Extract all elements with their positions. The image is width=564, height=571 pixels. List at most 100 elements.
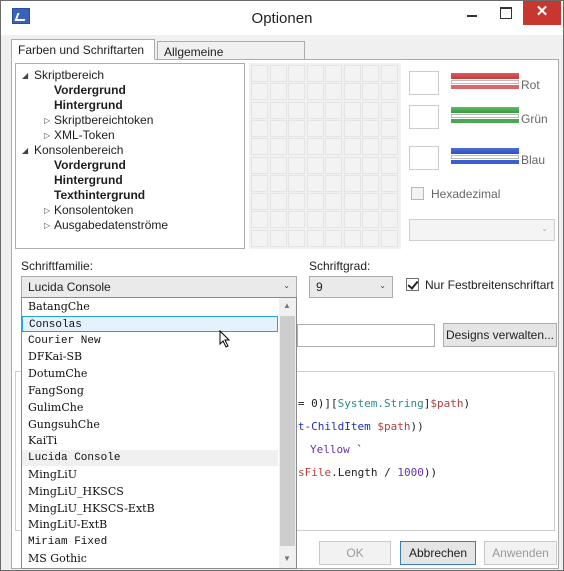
font-family-combo[interactable]: Lucida Console ⌄	[21, 276, 297, 298]
color-swatch[interactable]	[343, 211, 361, 229]
close-button[interactable]: ✕	[523, 1, 561, 25]
font-option[interactable]: MingLiU	[22, 467, 278, 483]
color-swatch[interactable]	[288, 193, 305, 211]
color-swatch[interactable]	[343, 65, 361, 82]
scrollbar-thumb[interactable]	[280, 316, 295, 546]
color-swatch[interactable]	[288, 119, 305, 137]
tree-item[interactable]: Hintergrund	[54, 173, 123, 188]
font-option[interactable]: MS Gothic	[22, 551, 278, 567]
color-swatch[interactable]	[380, 138, 398, 156]
color-swatch[interactable]	[325, 65, 342, 82]
color-swatch[interactable]	[325, 83, 342, 101]
color-swatch[interactable]	[269, 211, 287, 229]
color-swatch[interactable]	[343, 101, 361, 119]
color-swatch[interactable]	[269, 83, 287, 101]
color-swatch[interactable]	[288, 174, 305, 192]
cancel-button[interactable]: Abbrechen	[400, 541, 476, 565]
font-option[interactable]: BatangChe	[22, 299, 278, 315]
font-option[interactable]: DotumChe	[22, 366, 278, 382]
manage-themes-button[interactable]: Designs verwalten...	[443, 323, 557, 347]
color-swatch[interactable]	[269, 65, 287, 82]
color-swatch[interactable]	[343, 119, 361, 137]
dropdown-scrollbar[interactable]: ▲ ▼	[279, 298, 296, 568]
color-swatch[interactable]	[269, 138, 287, 156]
color-swatch[interactable]	[343, 193, 361, 211]
font-option[interactable]: KaiTi	[22, 433, 278, 449]
color-swatch[interactable]	[269, 101, 287, 119]
color-swatch[interactable]	[380, 83, 398, 101]
element-tree[interactable]: ◢ Skriptbereich Vordergrund Hintergrund ▷ Skr…	[15, 63, 245, 249]
color-swatch[interactable]	[306, 174, 324, 192]
color-swatch[interactable]	[269, 156, 287, 174]
color-swatch[interactable]	[306, 229, 324, 247]
color-swatch[interactable]	[380, 229, 398, 247]
red-slider-thumb[interactable]	[451, 80, 519, 84]
color-swatch[interactable]	[288, 101, 305, 119]
color-swatch[interactable]	[325, 193, 342, 211]
color-swatch[interactable]	[251, 211, 268, 229]
maximize-button[interactable]	[490, 1, 522, 25]
tree-item[interactable]: ▷ XML-Token	[44, 128, 115, 143]
color-swatch[interactable]	[251, 156, 268, 174]
color-swatch[interactable]	[288, 156, 305, 174]
monospace-checkbox[interactable]	[406, 278, 419, 291]
tab-general-settings[interactable]: Allgemeine Einstellungen	[157, 41, 305, 79]
color-swatch[interactable]	[288, 65, 305, 82]
color-swatch[interactable]	[251, 138, 268, 156]
color-swatch[interactable]	[343, 156, 361, 174]
color-grid[interactable]	[249, 63, 401, 249]
font-option[interactable]: Courier New	[22, 333, 278, 349]
minimize-button[interactable]	[456, 1, 488, 25]
color-swatch[interactable]	[362, 174, 379, 192]
color-swatch[interactable]	[306, 101, 324, 119]
tree-item[interactable]: ◢ Skriptbereich	[22, 68, 104, 83]
color-swatch[interactable]	[269, 229, 287, 247]
color-swatch[interactable]	[380, 101, 398, 119]
font-option[interactable]: Lucida Console	[22, 450, 278, 467]
color-swatch[interactable]	[325, 138, 342, 156]
tree-item[interactable]: Texthintergrund	[54, 188, 145, 203]
color-swatch[interactable]	[362, 119, 379, 137]
color-swatch[interactable]	[306, 65, 324, 82]
color-swatch[interactable]	[380, 119, 398, 137]
blue-slider[interactable]	[451, 148, 519, 168]
expanded-arrow-icon[interactable]: ◢	[22, 146, 31, 155]
scroll-up-icon[interactable]: ▲	[283, 301, 291, 310]
green-slider-thumb[interactable]	[451, 114, 519, 118]
color-swatch[interactable]	[343, 83, 361, 101]
color-swatch[interactable]	[288, 211, 305, 229]
green-slider[interactable]	[451, 107, 519, 127]
color-swatch[interactable]	[380, 156, 398, 174]
font-option[interactable]: DFKai-SB	[22, 349, 278, 365]
color-swatch[interactable]	[288, 83, 305, 101]
color-swatch[interactable]	[325, 156, 342, 174]
tree-item[interactable]: ▷ Ausgabedatenströme	[44, 218, 168, 233]
color-swatch[interactable]	[362, 83, 379, 101]
color-swatch[interactable]	[325, 211, 342, 229]
color-swatch[interactable]	[343, 174, 361, 192]
color-swatch[interactable]	[362, 211, 379, 229]
tab-colors-fonts[interactable]: Farben und Schriftarten	[11, 39, 155, 60]
color-swatch[interactable]	[251, 229, 268, 247]
font-option[interactable]: Miriam Fixed	[22, 534, 278, 550]
color-swatch[interactable]	[325, 229, 342, 247]
font-option[interactable]: GungsuhChe	[22, 417, 278, 433]
expanded-arrow-icon[interactable]: ◢	[22, 71, 31, 80]
font-size-combo[interactable]: 9 ⌄	[309, 276, 393, 298]
font-option[interactable]: FangSong	[22, 383, 278, 399]
theme-combo[interactable]	[297, 324, 435, 347]
color-swatch[interactable]	[251, 174, 268, 192]
color-swatch[interactable]	[306, 83, 324, 101]
color-swatch[interactable]	[251, 119, 268, 137]
color-swatch[interactable]	[380, 211, 398, 229]
red-value-box[interactable]	[409, 71, 439, 95]
color-swatch[interactable]	[362, 229, 379, 247]
color-swatch[interactable]	[306, 156, 324, 174]
color-swatch[interactable]	[306, 119, 324, 137]
green-value-box[interactable]	[409, 105, 439, 129]
color-swatch[interactable]	[380, 174, 398, 192]
blue-value-box[interactable]	[409, 146, 439, 170]
color-swatch[interactable]	[251, 65, 268, 82]
font-option[interactable]: Consolas	[22, 315, 278, 332]
tree-item[interactable]: ▷ Skriptbereichtoken	[44, 113, 153, 128]
